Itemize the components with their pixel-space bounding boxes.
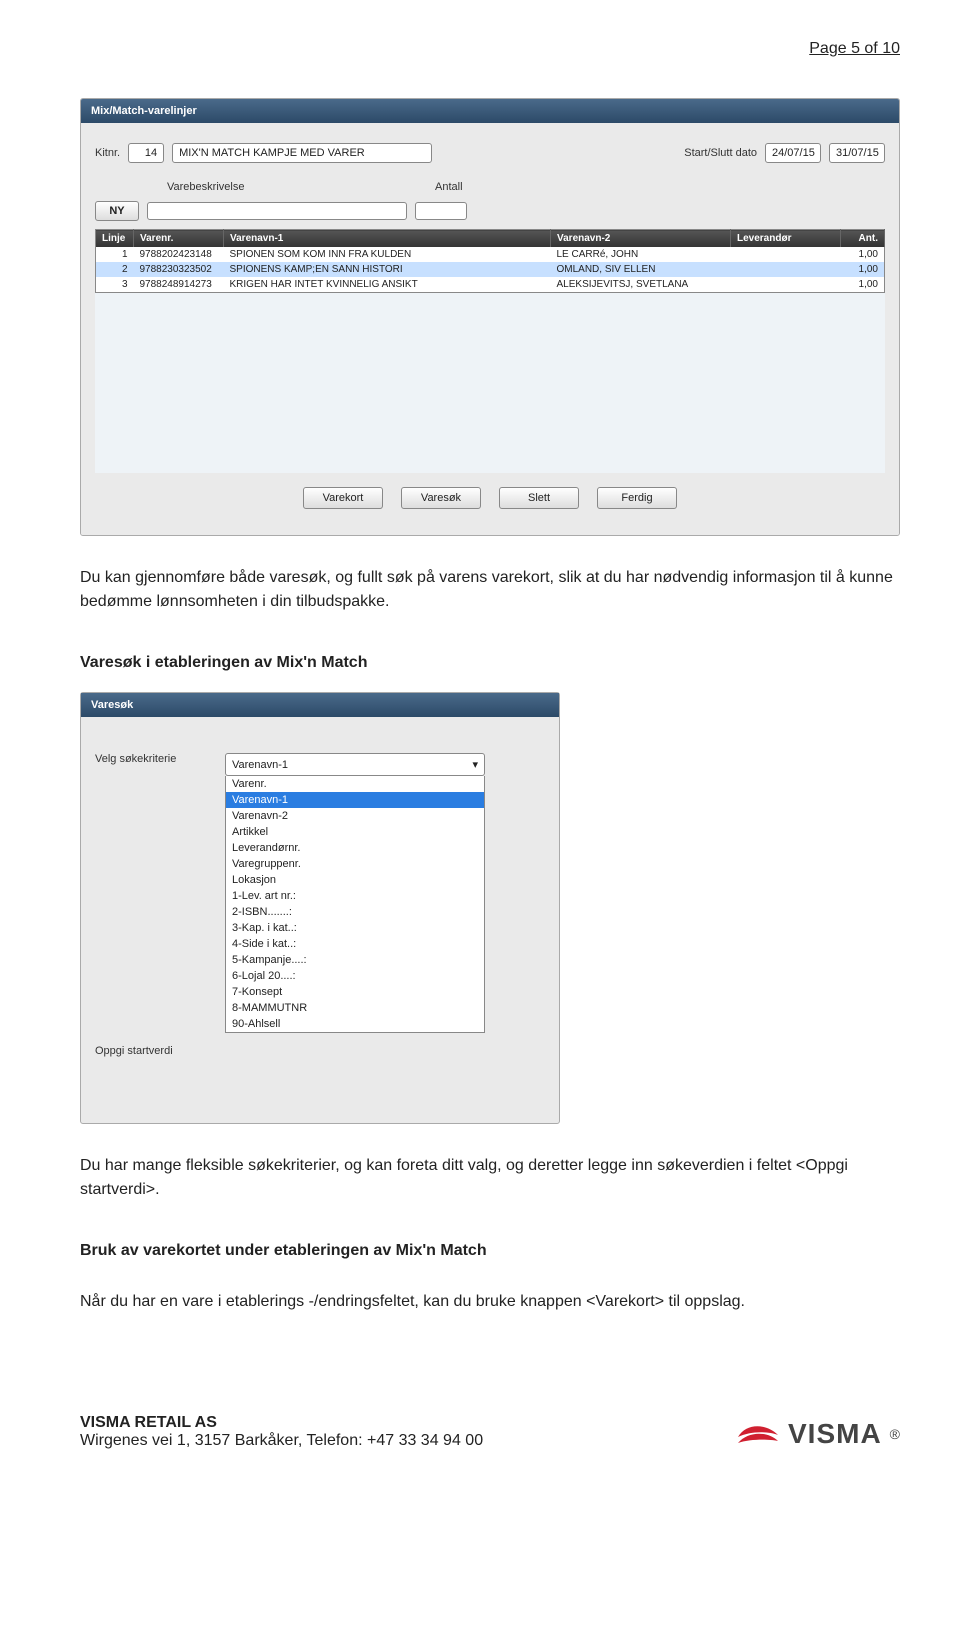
th-varenavn1: Varenavn-1 bbox=[224, 230, 551, 248]
paragraph-2: Du har mange fleksible søkekriterier, og… bbox=[80, 1154, 900, 1202]
kriterie-selected-value: Varenavn-1 bbox=[232, 759, 288, 771]
ferdig-button[interactable]: Ferdig bbox=[597, 487, 677, 509]
footer-text: VISMA RETAIL AS Wirgenes vei 1, 3157 Bar… bbox=[80, 1414, 483, 1450]
antall-label: Antall bbox=[435, 181, 495, 193]
varekort-button[interactable]: Varekort bbox=[303, 487, 383, 509]
dropdown-option[interactable]: Varenavn-1 bbox=[226, 792, 484, 808]
dropdown-option[interactable]: 7-Konsept bbox=[226, 984, 484, 1000]
startverdi-label: Oppgi startverdi bbox=[95, 1045, 205, 1057]
table-cell: 9788230323502 bbox=[134, 262, 224, 277]
kitnr-input[interactable]: 14 bbox=[128, 143, 164, 163]
table-cell: 9788248914273 bbox=[134, 277, 224, 293]
kitnr-label: Kitnr. bbox=[95, 147, 120, 159]
dropdown-option[interactable]: Varenr. bbox=[226, 776, 484, 792]
startslutt-label: Start/Slutt dato bbox=[684, 147, 757, 159]
registered-icon: ® bbox=[890, 1426, 900, 1442]
section2-heading: Bruk av varekortet under etableringen av… bbox=[80, 1242, 900, 1260]
mixmatch-panel: Mix/Match-varelinjer Kitnr. 14 MIX'N MAT… bbox=[80, 98, 900, 536]
table-row[interactable]: 19788202423148SPIONEN SOM KOM INN FRA KU… bbox=[96, 247, 885, 262]
table-cell: SPIONENS KAMP;EN SANN HISTORI bbox=[224, 262, 551, 277]
dropdown-option[interactable]: 90-Ahlsell bbox=[226, 1016, 484, 1032]
visma-logo: VISMA ® bbox=[736, 1417, 900, 1450]
th-varenr: Varenr. bbox=[134, 230, 224, 248]
table-cell bbox=[731, 262, 841, 277]
intro-paragraph: Du kan gjennomføre både varesøk, og full… bbox=[80, 566, 900, 614]
table-row[interactable]: 29788230323502SPIONENS KAMP;EN SANN HIST… bbox=[96, 262, 885, 277]
table-cell: OMLAND, SIV ELLEN bbox=[551, 262, 731, 277]
table-cell: 1,00 bbox=[841, 247, 885, 262]
dropdown-option[interactable]: Artikkel bbox=[226, 824, 484, 840]
paragraph-3: Når du har en vare i etablerings -/endri… bbox=[80, 1290, 900, 1314]
table-cell: 9788202423148 bbox=[134, 247, 224, 262]
page-number: Page 5 of 10 bbox=[80, 40, 900, 58]
panel-title: Mix/Match-varelinjer bbox=[81, 99, 899, 123]
logo-text: VISMA bbox=[788, 1418, 882, 1450]
dropdown-option[interactable]: 5-Kampanje....: bbox=[226, 952, 484, 968]
table-cell: 2 bbox=[96, 262, 134, 277]
varesok-button[interactable]: Varesøk bbox=[401, 487, 481, 509]
table-cell: LE CARRé, JOHN bbox=[551, 247, 731, 262]
dropdown-option[interactable]: Varegruppenr. bbox=[226, 856, 484, 872]
th-linje: Linje bbox=[96, 230, 134, 248]
section1-heading: Varesøk i etableringen av Mix'n Match bbox=[80, 654, 900, 672]
table-cell: 1,00 bbox=[841, 277, 885, 293]
dropdown-option[interactable]: 1-Lev. art nr.: bbox=[226, 888, 484, 904]
varebeskrivelse-input[interactable] bbox=[147, 202, 407, 220]
ny-button[interactable]: NY bbox=[95, 201, 139, 221]
table-cell: 1,00 bbox=[841, 262, 885, 277]
logo-swoosh-icon bbox=[736, 1417, 780, 1450]
page-footer: VISMA RETAIL AS Wirgenes vei 1, 3157 Bar… bbox=[80, 1414, 900, 1450]
table-cell: ALEKSIJEVITSJ, SVETLANA bbox=[551, 277, 731, 293]
table-cell: 3 bbox=[96, 277, 134, 293]
table-cell: SPIONEN SOM KOM INN FRA KULDEN bbox=[224, 247, 551, 262]
varesok-panel: Varesøk Velg søkekriterie Varenavn-1 ▾ V… bbox=[80, 692, 560, 1124]
dropdown-option[interactable]: Varenavn-2 bbox=[226, 808, 484, 824]
startdate-input[interactable]: 24/07/15 bbox=[765, 143, 821, 163]
th-leverandor: Leverandør bbox=[731, 230, 841, 248]
button-bar: Varekort Varesøk Slett Ferdig bbox=[95, 473, 885, 523]
dropdown-option[interactable]: Lokasjon bbox=[226, 872, 484, 888]
grid-empty-area bbox=[95, 293, 885, 473]
kriterie-dropdown-list: Varenr.Varenavn-1Varenavn-2ArtikkelLever… bbox=[225, 776, 485, 1033]
kriterie-select[interactable]: Varenavn-1 ▾ bbox=[225, 753, 485, 776]
table-cell bbox=[731, 277, 841, 293]
table-row[interactable]: 39788248914273KRIGEN HAR INTET KVINNELIG… bbox=[96, 277, 885, 293]
enddate-input[interactable]: 31/07/15 bbox=[829, 143, 885, 163]
dropdown-option[interactable]: 3-Kap. i kat..: bbox=[226, 920, 484, 936]
chevron-down-icon: ▾ bbox=[472, 758, 478, 771]
footer-address: Wirgenes vei 1, 3157 Barkåker, Telefon: … bbox=[80, 1432, 483, 1449]
search-panel-title: Varesøk bbox=[81, 693, 559, 717]
slett-button[interactable]: Slett bbox=[499, 487, 579, 509]
table-cell: 1 bbox=[96, 247, 134, 262]
table-cell bbox=[731, 247, 841, 262]
kriterie-label: Velg søkekriterie bbox=[95, 753, 205, 765]
table-cell: KRIGEN HAR INTET KVINNELIG ANSIKT bbox=[224, 277, 551, 293]
antall-input[interactable] bbox=[415, 202, 467, 220]
varelinjer-table: Linje Varenr. Varenavn-1 Varenavn-2 Leve… bbox=[95, 229, 885, 293]
dropdown-option[interactable]: 8-MAMMUTNR bbox=[226, 1000, 484, 1016]
dropdown-option[interactable]: Leverandørnr. bbox=[226, 840, 484, 856]
varebeskrivelse-label: Varebeskrivelse bbox=[167, 181, 427, 193]
dropdown-option[interactable]: 6-Lojal 20....: bbox=[226, 968, 484, 984]
kitname-input[interactable]: MIX'N MATCH KAMPJE MED VARER bbox=[172, 143, 432, 163]
th-varenavn2: Varenavn-2 bbox=[551, 230, 731, 248]
dropdown-option[interactable]: 4-Side i kat..: bbox=[226, 936, 484, 952]
th-ant: Ant. bbox=[841, 230, 885, 248]
footer-company: VISMA RETAIL AS bbox=[80, 1414, 217, 1431]
dropdown-option[interactable]: 2-ISBN.......: bbox=[226, 904, 484, 920]
